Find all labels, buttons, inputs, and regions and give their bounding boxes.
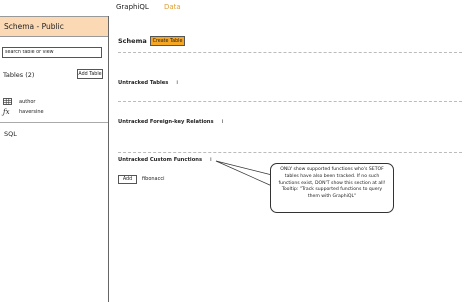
annotation-connector bbox=[215, 160, 273, 187]
annotation-note: ONLY show supported functions who's SETO… bbox=[270, 163, 394, 213]
